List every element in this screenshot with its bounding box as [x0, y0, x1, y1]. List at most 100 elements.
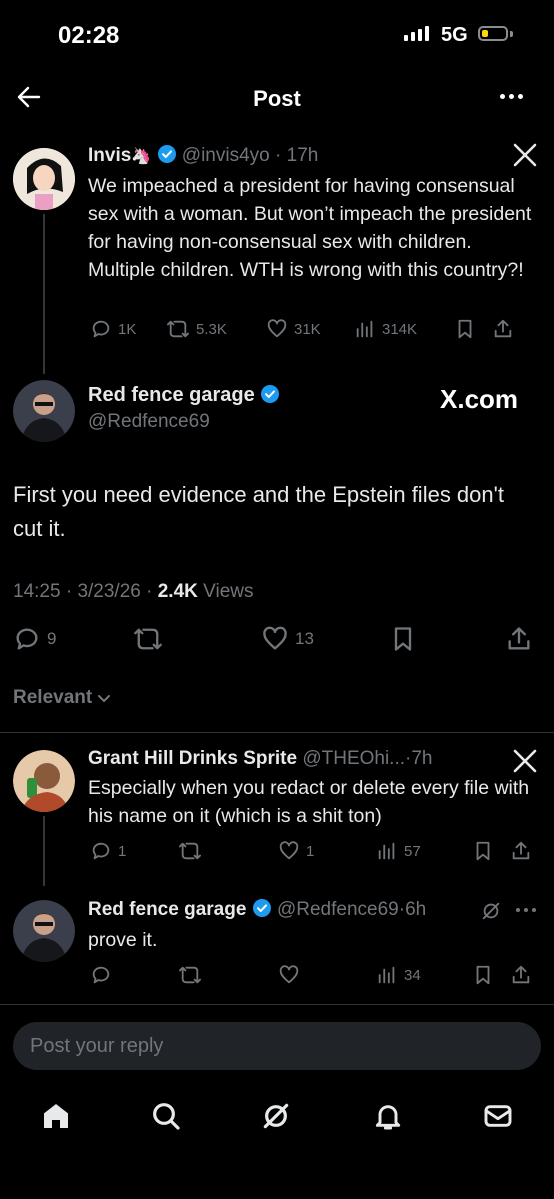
- repost-button[interactable]: 5.3K: [166, 318, 266, 340]
- heart-icon: [279, 841, 299, 860]
- tab-bar: [0, 1096, 554, 1136]
- author-handle[interactable]: @Redfence69: [88, 411, 280, 433]
- page-title: Post: [253, 86, 301, 111]
- tweet-meta: 14:25 · 3/23/26 · 2.4K Views: [13, 581, 254, 603]
- share-button[interactable]: [510, 964, 532, 986]
- like-count: 1: [306, 842, 315, 860]
- bookmark-button[interactable]: [389, 625, 505, 653]
- reply-button[interactable]: 1: [90, 840, 178, 862]
- bookmark-button[interactable]: [472, 964, 510, 986]
- tweet-age: 17h: [286, 145, 319, 166]
- tweet-text: First you need evidence and the Epstein …: [13, 482, 504, 541]
- more-options-icon[interactable]: [516, 908, 536, 912]
- author-name[interactable]: Invis: [88, 145, 131, 166]
- avatar[interactable]: [13, 380, 75, 442]
- heart-icon: [267, 319, 287, 338]
- share-button[interactable]: [492, 318, 514, 340]
- bookmark-icon: [458, 319, 472, 339]
- action-row: 9 13: [13, 625, 543, 653]
- author-block: Red fence garage @Redfence69: [88, 384, 280, 433]
- battery-cap: [510, 31, 513, 37]
- tweet-age: 6h: [405, 899, 427, 920]
- author-emoji: 🦄: [131, 148, 152, 165]
- bookmark-button[interactable]: [472, 840, 510, 862]
- author-name[interactable]: Red fence garage: [88, 899, 246, 920]
- repost-icon: [134, 628, 162, 650]
- repost-button[interactable]: [178, 840, 278, 862]
- avatar[interactable]: [13, 900, 75, 962]
- messages-icon[interactable]: [482, 1100, 514, 1132]
- like-button[interactable]: 31K: [266, 318, 354, 340]
- author-handle[interactable]: @THEOhi...: [302, 748, 405, 769]
- reply-button[interactable]: 1K: [90, 318, 166, 340]
- action-row: 1 1 57: [90, 840, 540, 862]
- bookmark-icon: [394, 627, 412, 651]
- author-name[interactable]: Red fence garage: [88, 384, 255, 406]
- views-button[interactable]: 34: [376, 964, 472, 986]
- action-row: 34: [90, 964, 540, 986]
- separator-dot: ·: [65, 581, 73, 602]
- repost-icon: [167, 320, 189, 338]
- share-button[interactable]: [510, 840, 532, 862]
- views-button[interactable]: 314K: [354, 318, 454, 340]
- x-logo-icon: [512, 142, 538, 168]
- views-count: 2.4K: [157, 581, 198, 602]
- tweet-header: Red fence garage @Redfence69·6h: [88, 898, 426, 921]
- like-count: 31K: [294, 320, 321, 338]
- action-row: 1K 5.3K 31K 314K: [90, 318, 540, 340]
- repost-button[interactable]: [133, 625, 261, 653]
- share-icon: [494, 319, 512, 338]
- views-icon: [356, 320, 373, 338]
- notifications-icon[interactable]: [372, 1100, 404, 1132]
- avatar[interactable]: [13, 148, 75, 210]
- home-icon[interactable]: [40, 1100, 72, 1132]
- x-logo-icon: [512, 748, 538, 774]
- author-handle[interactable]: @invis4yo: [182, 145, 270, 166]
- reply-icon: [92, 320, 110, 338]
- like-button[interactable]: 1: [278, 840, 376, 862]
- verified-badge-icon: [252, 899, 271, 917]
- reply-count: 1: [118, 842, 127, 860]
- views-count: 57: [404, 842, 421, 860]
- status-time: 02:28: [58, 22, 120, 49]
- views-count: 314K: [382, 320, 418, 338]
- heart-icon: [279, 965, 299, 984]
- share-icon: [512, 841, 530, 860]
- reply-button[interactable]: [90, 964, 178, 986]
- verified-badge-icon: [261, 385, 280, 403]
- repost-count: 5.3K: [196, 320, 227, 338]
- author-name[interactable]: Grant Hill Drinks Sprite: [88, 748, 297, 769]
- share-button[interactable]: [505, 625, 533, 653]
- grok-icon[interactable]: [480, 900, 502, 922]
- heart-icon: [263, 626, 287, 650]
- repost-icon: [179, 842, 201, 860]
- tweet-age: 7h: [411, 748, 433, 769]
- avatar[interactable]: [13, 750, 75, 812]
- search-icon[interactable]: [150, 1100, 182, 1132]
- like-button[interactable]: 13: [261, 625, 389, 653]
- signal-icon: [404, 26, 429, 41]
- tweet-time: 14:25: [13, 581, 61, 602]
- bookmark-button[interactable]: [454, 318, 492, 340]
- reply-placeholder: Post your reply: [30, 1035, 164, 1057]
- views-icon: [378, 842, 395, 860]
- views-button[interactable]: 57: [376, 840, 472, 862]
- reply-count: 1K: [118, 320, 137, 338]
- grok-icon[interactable]: [260, 1100, 292, 1132]
- share-icon: [508, 627, 530, 650]
- battery-icon: [478, 26, 508, 41]
- reply-count: 9: [47, 629, 57, 648]
- like-count: 13: [295, 629, 314, 648]
- reply-button[interactable]: 9: [13, 625, 133, 653]
- more-options-icon[interactable]: [500, 94, 523, 99]
- reply-icon: [92, 842, 110, 860]
- author-handle[interactable]: @Redfence69: [277, 899, 399, 920]
- like-button[interactable]: [278, 964, 376, 986]
- network-label: 5G: [441, 24, 468, 46]
- repost-button[interactable]: [178, 964, 278, 986]
- separator-dot: ·: [146, 581, 153, 602]
- bookmark-icon: [476, 841, 490, 861]
- views-icon: [378, 966, 395, 984]
- reply-icon: [92, 966, 110, 984]
- sort-toggle[interactable]: Relevant: [13, 687, 112, 709]
